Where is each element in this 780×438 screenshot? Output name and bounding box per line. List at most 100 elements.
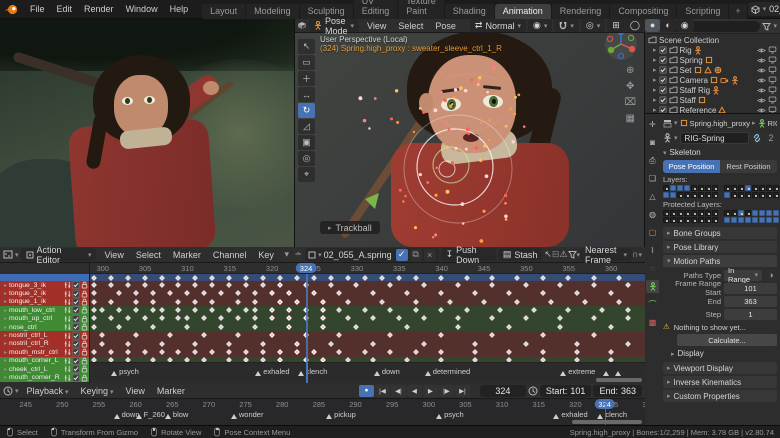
skeleton-panel-header[interactable]: ▾ Skeleton (663, 147, 777, 158)
modifier-icon[interactable] (64, 281, 71, 289)
measure-tool-button[interactable]: ⌖ (298, 167, 315, 182)
armature-layer-cell[interactable] (691, 192, 697, 198)
current-frame-badge[interactable]: 324 (295, 263, 317, 273)
armature-layer-cell[interactable] (759, 192, 765, 198)
expand-icon[interactable]: ▸ (4, 357, 7, 364)
disable-viewport-icon[interactable] (768, 56, 777, 64)
rig-control-dot[interactable] (445, 145, 449, 149)
armature-layer-cell[interactable] (670, 185, 676, 191)
panel-custom-properties[interactable]: ▸ Custom Properties (663, 390, 777, 402)
cursor-arrow-icon[interactable]: ↖ (544, 250, 552, 259)
pivot-point-selector[interactable]: ◉ ▾ (528, 19, 553, 32)
rig-control-dot[interactable] (404, 194, 407, 198)
play-button[interactable]: ▶ (422, 384, 438, 397)
menu-pose[interactable]: Pose (429, 21, 462, 31)
shading-solid-button[interactable]: ● (644, 19, 661, 32)
snap-selector[interactable]: ▾ (554, 19, 579, 32)
protected-layer-cell[interactable] (724, 217, 730, 223)
rig-control-dot[interactable] (418, 106, 422, 110)
channel-band[interactable] (90, 339, 645, 349)
marker-clench[interactable]: clench (597, 410, 627, 419)
protected-layer-cell[interactable] (684, 217, 690, 223)
rest-position-button[interactable]: Rest Position (720, 160, 777, 173)
lock-icon[interactable] (81, 323, 88, 331)
menu-marker[interactable]: Marker (167, 250, 207, 260)
breadcrumb-object[interactable]: Spring.high_proxy (690, 119, 750, 128)
breadcrumb-data[interactable]: RIG-Spring (768, 119, 778, 128)
expand-icon[interactable]: ▸ (4, 307, 7, 314)
menu-help[interactable]: Help (164, 4, 195, 14)
end-frame-field[interactable]: End: 363 (593, 384, 642, 397)
dope-marker-band[interactable]: psych exhaled clench down determined extreme (90, 362, 645, 383)
rig-control-dot[interactable] (484, 174, 489, 179)
armature-layer-cell[interactable] (684, 185, 690, 191)
rig-control-dot[interactable] (413, 226, 418, 230)
rig-control-dot[interactable] (442, 98, 446, 101)
rig-control-dot[interactable] (431, 236, 435, 239)
disable-viewport-icon[interactable] (768, 106, 777, 113)
expand-icon[interactable]: ▸ (653, 56, 657, 64)
protected-layer-cell[interactable] (773, 210, 779, 216)
armature-layer-cell[interactable] (745, 185, 751, 191)
lock-icon[interactable] (81, 290, 88, 298)
protected-layer-cell[interactable] (684, 210, 690, 216)
proportional-editing-selector[interactable]: ◎ ▾ (580, 19, 606, 32)
properties-tab-texture[interactable]: ▩ (646, 316, 659, 329)
action-name[interactable]: 02_055_A.spring (324, 250, 394, 260)
rig-control-dot[interactable] (445, 189, 450, 194)
expand-icon[interactable]: ▸ (653, 76, 657, 84)
modifier-icon[interactable] (64, 290, 71, 298)
workspace-tab-texture-paint[interactable]: Texture Paint (398, 0, 445, 19)
lock-icon[interactable] (81, 374, 88, 382)
rig-control-dot[interactable] (402, 200, 405, 203)
blender-logo-icon[interactable] (4, 3, 19, 16)
protected-layer-cell[interactable] (663, 217, 669, 223)
rig-control-dot[interactable] (434, 233, 438, 237)
users-count-button[interactable]: 2 (765, 132, 777, 144)
properties-tab-object[interactable]: ▢ (646, 226, 659, 239)
hide-viewport-icon[interactable] (757, 57, 766, 64)
menu-edit[interactable]: Edit (51, 4, 79, 14)
rig-control-dot[interactable] (504, 218, 508, 221)
channel-band[interactable] (90, 331, 645, 340)
protected-layer-cell[interactable] (731, 210, 737, 216)
scale-tool-button[interactable]: ◿ (298, 119, 315, 134)
3d-viewport[interactable]: ⊕ ✥ ⌧ ▦ ↖ ▭ ＋ ↔ ↻ ◿ ▣ ◎ ⌖ User Perspective (Loca… (295, 19, 645, 247)
collection-checkbox-icon[interactable] (658, 66, 667, 74)
rig-circle-inner[interactable] (432, 146, 470, 184)
modifier-icon[interactable] (64, 340, 71, 348)
editor-type-icon[interactable] (663, 119, 672, 128)
collection-checkbox-icon[interactable] (658, 106, 667, 113)
start-frame-field[interactable]: Start: 101 (539, 384, 592, 397)
armature-layer-cell[interactable] (738, 192, 744, 198)
outliner-row-staff-rig[interactable]: ▸ Staff Rig (645, 85, 780, 95)
rig-control-dot[interactable] (463, 88, 468, 93)
disable-viewport-icon[interactable] (768, 46, 777, 54)
armature-layer-cell[interactable] (691, 185, 697, 191)
collection-checkbox-icon[interactable] (658, 96, 667, 104)
protected-layer-cell[interactable] (677, 217, 683, 223)
rig-control-dot[interactable] (464, 147, 468, 151)
armature-layer-cell[interactable] (698, 192, 704, 198)
workspace-tab-layout[interactable]: Layout (202, 3, 247, 19)
timeline-ruler[interactable]: 245 250 255 260 265 270 275 280 285 290 295 300 305 3… (0, 399, 645, 425)
editor-type-icon[interactable] (3, 250, 13, 259)
lock-icon[interactable] (81, 306, 88, 314)
menu-render[interactable]: Render (78, 4, 120, 14)
protected-layer-cell[interactable] (731, 217, 737, 223)
new-action-icon[interactable]: ⧉ (409, 248, 422, 261)
rig-control-dot[interactable] (514, 95, 517, 99)
channel-band[interactable] (90, 297, 645, 307)
menu-window[interactable]: Window (120, 4, 164, 14)
paths-type-dropdown[interactable]: In Range ▾ (724, 266, 762, 284)
protected-layer-cell[interactable] (698, 217, 704, 223)
box-select-tool-button[interactable]: ▭ (298, 55, 315, 70)
channel-mouth_corner_R[interactable]: ▸ mouth_corner_R (0, 373, 89, 382)
mode-selector[interactable]: Pose Mode ▾ (309, 16, 360, 36)
rig-control-dot[interactable] (508, 107, 513, 111)
rotate-tool-button[interactable]: ↻ (298, 103, 315, 118)
jump-to-end-button[interactable]: ▶| (454, 384, 470, 397)
select-tool-button[interactable]: ↖ (298, 39, 315, 54)
workspace-tab-scripting[interactable]: Scripting (677, 3, 730, 19)
menu-playback[interactable]: Playback ▾ (21, 386, 75, 396)
